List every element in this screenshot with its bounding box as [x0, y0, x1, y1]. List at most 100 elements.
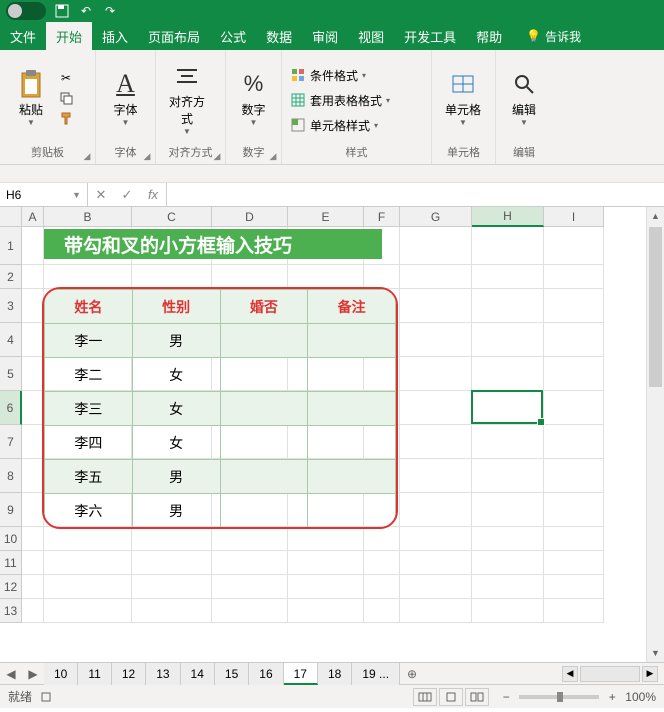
scroll-down-icon[interactable]: ▼ — [647, 644, 664, 662]
copy-button[interactable] — [58, 90, 74, 106]
cell[interactable] — [400, 265, 472, 289]
cell[interactable] — [472, 425, 544, 459]
menu-开始[interactable]: 开始 — [46, 22, 92, 50]
zoom-control[interactable]: − + 100% — [499, 690, 656, 704]
cell[interactable] — [544, 391, 604, 425]
dialog-launcher-icon[interactable]: ◢ — [211, 150, 223, 162]
conditional-format-button[interactable]: 条件格式 ▾ — [290, 67, 390, 84]
cell[interactable] — [544, 459, 604, 493]
table-cell[interactable] — [220, 324, 308, 358]
sheet-tab-16[interactable]: 16 — [249, 663, 283, 685]
menu-公式[interactable]: 公式 — [210, 22, 256, 50]
table-cell[interactable]: 女 — [132, 358, 220, 392]
normal-view-icon[interactable] — [413, 688, 437, 706]
cell[interactable] — [544, 227, 604, 265]
formula-input[interactable] — [167, 183, 664, 206]
cell[interactable] — [288, 575, 364, 599]
cell[interactable] — [288, 265, 364, 289]
menu-审阅[interactable]: 审阅 — [302, 22, 348, 50]
editing-button[interactable]: 编辑 ▼ — [504, 54, 544, 142]
sheet-nav-prev-icon[interactable]: ◀ — [6, 667, 15, 681]
zoom-in-icon[interactable]: + — [605, 690, 619, 704]
row-header-11[interactable]: 11 — [0, 551, 22, 575]
zoom-slider[interactable] — [519, 695, 599, 699]
table-cell[interactable]: 李二 — [45, 358, 133, 392]
table-cell[interactable]: 李一 — [45, 324, 133, 358]
col-header-D[interactable]: D — [212, 207, 288, 227]
row-header-7[interactable]: 7 — [0, 425, 22, 459]
cell[interactable] — [400, 493, 472, 527]
table-cell[interactable]: 男 — [132, 494, 220, 528]
cell[interactable] — [22, 323, 44, 357]
menu-帮助[interactable]: 帮助 — [466, 22, 512, 50]
cell[interactable] — [544, 357, 604, 391]
scroll-left-icon[interactable]: ◀ — [562, 666, 578, 682]
table-cell[interactable]: 李三 — [45, 392, 133, 426]
cell[interactable] — [22, 357, 44, 391]
scroll-right-icon[interactable]: ▶ — [642, 666, 658, 682]
cell[interactable] — [212, 265, 288, 289]
cell[interactable] — [400, 459, 472, 493]
cell[interactable] — [400, 551, 472, 575]
save-icon[interactable] — [54, 3, 70, 19]
cell[interactable] — [544, 599, 604, 623]
cell[interactable] — [364, 575, 400, 599]
scroll-up-icon[interactable]: ▲ — [647, 207, 664, 225]
cell[interactable] — [544, 551, 604, 575]
zoom-level[interactable]: 100% — [625, 690, 656, 704]
cell[interactable] — [472, 289, 544, 323]
sheet-tab-12[interactable]: 12 — [112, 663, 146, 685]
cell[interactable] — [544, 289, 604, 323]
row-header-10[interactable]: 10 — [0, 527, 22, 551]
sheet-tab-13[interactable]: 13 — [146, 663, 180, 685]
cell[interactable] — [472, 391, 544, 425]
table-cell[interactable] — [308, 460, 396, 494]
cell[interactable] — [288, 551, 364, 575]
col-header-E[interactable]: E — [288, 207, 364, 227]
cell[interactable] — [544, 265, 604, 289]
scroll-track[interactable] — [580, 666, 640, 682]
menu-插入[interactable]: 插入 — [92, 22, 138, 50]
table-cell[interactable]: 男 — [132, 460, 220, 494]
spreadsheet-grid[interactable]: ABCDEFGHI 12345678910111213 带勾和叉的小方框输入技巧… — [0, 207, 664, 662]
cell[interactable] — [288, 599, 364, 623]
format-painter-button[interactable] — [58, 110, 74, 126]
cell[interactable] — [364, 265, 400, 289]
cell[interactable] — [544, 575, 604, 599]
vertical-scrollbar[interactable]: ▲ ▼ — [646, 207, 664, 662]
cell[interactable] — [44, 599, 132, 623]
sheet-tab-19 ...[interactable]: 19 ... — [352, 663, 400, 685]
row-header-8[interactable]: 8 — [0, 459, 22, 493]
dialog-launcher-icon[interactable]: ◢ — [81, 150, 93, 162]
name-box[interactable]: H6▼ — [0, 183, 88, 206]
cell[interactable] — [22, 289, 44, 323]
font-button[interactable]: A 字体 ▼ — [104, 54, 147, 142]
sheet-nav-next-icon[interactable]: ▶ — [28, 667, 37, 681]
cell[interactable] — [400, 357, 472, 391]
cell[interactable] — [212, 599, 288, 623]
table-cell[interactable] — [220, 358, 308, 392]
enter-formula-icon[interactable]: ✓ — [114, 187, 140, 203]
cell[interactable] — [44, 575, 132, 599]
cell[interactable] — [400, 227, 472, 265]
row-header-3[interactable]: 3 — [0, 289, 22, 323]
menu-视图[interactable]: 视图 — [348, 22, 394, 50]
cell[interactable] — [472, 493, 544, 527]
cell[interactable] — [132, 599, 212, 623]
cell[interactable] — [364, 527, 400, 551]
sheet-tab-15[interactable]: 15 — [215, 663, 249, 685]
undo-icon[interactable]: ↶ — [78, 3, 94, 19]
col-header-A[interactable]: A — [22, 207, 44, 227]
cell[interactable] — [364, 599, 400, 623]
cell[interactable] — [364, 551, 400, 575]
cell[interactable] — [212, 575, 288, 599]
horizontal-scrollbar[interactable]: ◀ ▶ — [424, 666, 664, 682]
cell[interactable] — [544, 425, 604, 459]
table-cell[interactable] — [220, 392, 308, 426]
cell[interactable] — [472, 265, 544, 289]
cell[interactable] — [22, 599, 44, 623]
paste-button[interactable]: 粘贴 ▼ — [8, 54, 54, 142]
cell[interactable] — [472, 599, 544, 623]
row-header-6[interactable]: 6 — [0, 391, 22, 425]
cell[interactable] — [44, 551, 132, 575]
